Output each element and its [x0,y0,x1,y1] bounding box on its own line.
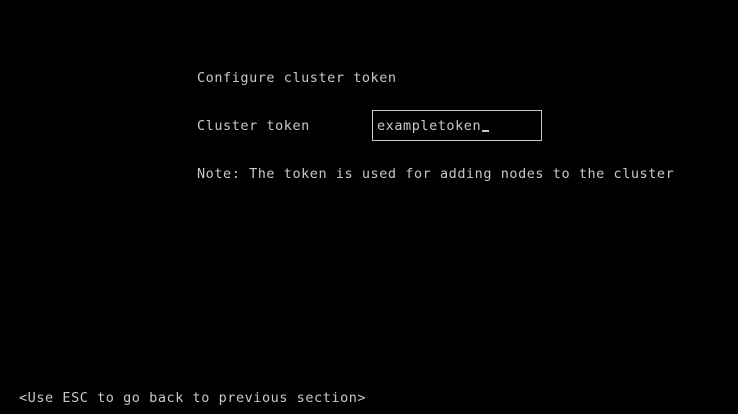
cluster-token-value: exampletoken [377,118,482,134]
page-title: Configure cluster token [197,70,397,86]
installer-screen: Configure cluster token Cluster token ex… [0,0,738,414]
cluster-token-input[interactable]: exampletoken [372,110,542,141]
text-cursor [482,130,490,132]
token-note: Note: The token is used for adding nodes… [197,166,675,182]
cluster-token-label: Cluster token [197,118,310,134]
esc-back-hint: <Use ESC to go back to previous section> [19,390,367,406]
